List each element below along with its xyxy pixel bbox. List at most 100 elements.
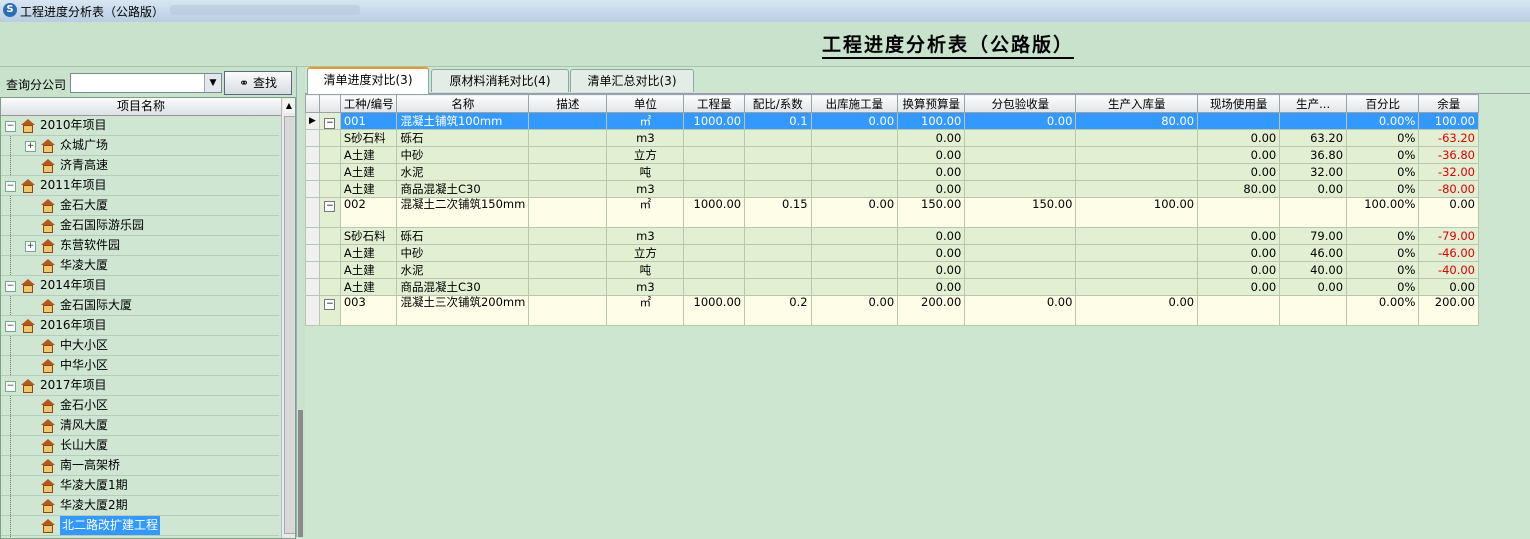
grid-cell[interactable]: 0.2 bbox=[744, 295, 812, 326]
grid-cell[interactable] bbox=[1075, 146, 1199, 164]
grid-cell[interactable] bbox=[964, 129, 1077, 147]
grid-cell[interactable]: 0.00 bbox=[1197, 146, 1281, 164]
grid-cell[interactable] bbox=[528, 295, 608, 326]
expand-cell[interactable]: − bbox=[318, 112, 341, 130]
grid-cell[interactable]: 0.00 bbox=[1197, 163, 1281, 181]
grid-cell[interactable] bbox=[964, 244, 1077, 262]
grid-cell[interactable] bbox=[1279, 112, 1348, 130]
project-tree[interactable]: 项目名称 − 2010年项目 + 众城广场 济青高速 − 2011年项目 金石大厦 金石国际游乐… bbox=[0, 97, 296, 539]
grid-cell[interactable] bbox=[528, 129, 608, 147]
grid-cell[interactable] bbox=[1075, 244, 1199, 262]
grid-cell[interactable] bbox=[744, 129, 812, 147]
grid-cell[interactable]: 0.00 bbox=[1418, 278, 1479, 296]
grid-cell[interactable]: 1000.00 bbox=[683, 197, 746, 228]
grid-cell[interactable]: 46.00 bbox=[1279, 244, 1348, 262]
row-indicator[interactable] bbox=[305, 261, 320, 279]
grid-cell[interactable]: -79.00 bbox=[1418, 227, 1479, 245]
grid-cell[interactable]: 80.00 bbox=[1197, 180, 1281, 198]
grid-cell[interactable]: 0.00 bbox=[810, 197, 899, 228]
grid-cell[interactable]: m3 bbox=[606, 180, 685, 198]
tree-item[interactable]: 金石小区 bbox=[1, 396, 279, 416]
grid-cell[interactable]: 32.00 bbox=[1279, 163, 1348, 181]
branch-select[interactable]: ▼ bbox=[70, 73, 222, 93]
row-indicator[interactable] bbox=[305, 146, 320, 164]
tree-item[interactable]: 金石国际大厦 bbox=[1, 296, 279, 316]
grid-cell[interactable] bbox=[810, 227, 899, 245]
material-row[interactable]: A土建 水泥吨 0.00 0.00 40.00 0% -40.00 bbox=[305, 261, 1479, 279]
tree-item[interactable]: 金石大厦 bbox=[1, 196, 279, 216]
grid-cell[interactable]: -80.00 bbox=[1418, 180, 1479, 198]
grid-cell[interactable]: 40.00 bbox=[1279, 261, 1348, 279]
grid-cell[interactable]: 0.00 bbox=[810, 112, 899, 130]
grid-cell[interactable] bbox=[683, 129, 746, 147]
grid-cell[interactable]: -32.00 bbox=[1418, 163, 1479, 181]
grid-cell[interactable] bbox=[810, 180, 899, 198]
material-row[interactable]: A土建 中砂 立方 0.00 0.00 36.80 0% -36.80 bbox=[305, 146, 1479, 164]
grid-cell[interactable]: -36.80 bbox=[1418, 146, 1479, 164]
grid-cell[interactable]: 水泥 bbox=[396, 261, 530, 279]
row-indicator[interactable] bbox=[305, 129, 320, 147]
grid-cell[interactable] bbox=[964, 261, 1077, 279]
expand-icon[interactable]: + bbox=[25, 141, 36, 152]
grid-cell[interactable]: 0% bbox=[1346, 261, 1420, 279]
tree-item[interactable]: 长山大厦 bbox=[1, 436, 279, 456]
chevron-down-icon[interactable]: ▼ bbox=[204, 74, 221, 92]
tab-list-progress[interactable]: 清单进度对比(3) bbox=[307, 67, 429, 95]
tree-item[interactable]: − 2010年项目 bbox=[1, 116, 279, 136]
grid-cell[interactable] bbox=[528, 163, 608, 181]
expand-icon[interactable]: + bbox=[25, 241, 36, 252]
grid-cell[interactable]: 砾石 bbox=[396, 227, 530, 245]
grid-cell[interactable] bbox=[683, 261, 746, 279]
splitter-handle[interactable] bbox=[298, 410, 303, 537]
grid-cell[interactable]: -63.20 bbox=[1418, 129, 1479, 147]
tree-item[interactable]: + 众城广场 bbox=[1, 136, 279, 156]
grid-cell[interactable] bbox=[683, 180, 746, 198]
grid-cell[interactable]: 0.00 bbox=[1279, 180, 1348, 198]
column-header[interactable]: 工程量 bbox=[683, 94, 746, 113]
grid-cell[interactable] bbox=[528, 180, 608, 198]
grid-cell[interactable]: 0.00 bbox=[810, 295, 899, 326]
collapse-icon[interactable]: − bbox=[324, 117, 336, 129]
grid-cell[interactable]: 0.00 bbox=[897, 278, 966, 296]
grid-cell[interactable]: 中砂 bbox=[396, 244, 530, 262]
grid-cell[interactable]: 0.00 bbox=[1197, 129, 1281, 147]
material-row[interactable]: A土建 水泥吨 0.00 0.00 32.00 0% -32.00 bbox=[305, 163, 1479, 181]
progress-grid[interactable]: 工种/编号 名称 描述 单位 工程量 配比/系数 出库施工量 换算预算量 分包验收量 生产入库量现… bbox=[305, 94, 1479, 326]
grid-cell[interactable] bbox=[1197, 197, 1281, 228]
grid-cell[interactable]: m3 bbox=[606, 278, 685, 296]
grid-cell[interactable]: 中砂 bbox=[396, 146, 530, 164]
grid-cell[interactable]: 150.00 bbox=[964, 197, 1077, 228]
row-indicator[interactable] bbox=[305, 163, 320, 181]
tree-item[interactable]: 华凌大厦 bbox=[1, 256, 279, 276]
grid-cell[interactable] bbox=[1075, 180, 1199, 198]
grid-cell[interactable] bbox=[683, 244, 746, 262]
tree-item[interactable]: 中华小区 bbox=[1, 356, 279, 376]
collapse-icon[interactable]: − bbox=[5, 321, 16, 332]
grid-cell[interactable]: 0.00 bbox=[897, 129, 966, 147]
grid-cell[interactable]: 立方 bbox=[606, 244, 685, 262]
expand-cell[interactable]: − bbox=[318, 197, 341, 228]
grid-cell[interactable]: 0% bbox=[1346, 163, 1420, 181]
column-header[interactable]: 余量 bbox=[1418, 94, 1479, 113]
row-indicator[interactable] bbox=[305, 227, 320, 245]
grid-cell[interactable]: 0.00 bbox=[1418, 197, 1479, 228]
tree-item[interactable]: + 东营软件园 bbox=[1, 236, 279, 256]
grid-cell[interactable]: 0% bbox=[1346, 180, 1420, 198]
grid-cell[interactable]: 吨 bbox=[606, 163, 685, 181]
tree-item[interactable]: − 2011年项目 bbox=[1, 176, 279, 196]
grid-cell[interactable]: ㎡ bbox=[606, 295, 685, 326]
grid-cell[interactable] bbox=[964, 163, 1077, 181]
tab-list-summary[interactable]: 清单汇总对比(3) bbox=[570, 69, 694, 92]
grid-cell[interactable] bbox=[810, 146, 899, 164]
grid-cell[interactable] bbox=[528, 197, 608, 228]
material-row[interactable]: S砂石料 砾石 m3 0.00 0.00 63.20 0% -63.20 bbox=[305, 129, 1479, 147]
material-row[interactable]: A土建 中砂 立方 0.00 0.00 46.00 0% -46.00 bbox=[305, 244, 1479, 262]
grid-cell[interactable]: 001 bbox=[339, 112, 398, 130]
grid-cell[interactable]: 0% bbox=[1346, 244, 1420, 262]
material-row[interactable]: A土建 商品混凝土C30 m3 0.00 0.00 0.00 0% 0.00 bbox=[305, 278, 1479, 296]
grid-cell[interactable]: 混凝土二次铺筑150mm bbox=[396, 197, 530, 228]
grid-cell[interactable]: 0% bbox=[1346, 129, 1420, 147]
grid-cell[interactable]: 0.00 bbox=[964, 295, 1077, 326]
grid-cell[interactable] bbox=[744, 146, 812, 164]
bill-row[interactable]: −002 混凝土二次铺筑150mm ㎡ 1000.00 0.15 0.00 150.00 15… bbox=[305, 197, 1479, 228]
